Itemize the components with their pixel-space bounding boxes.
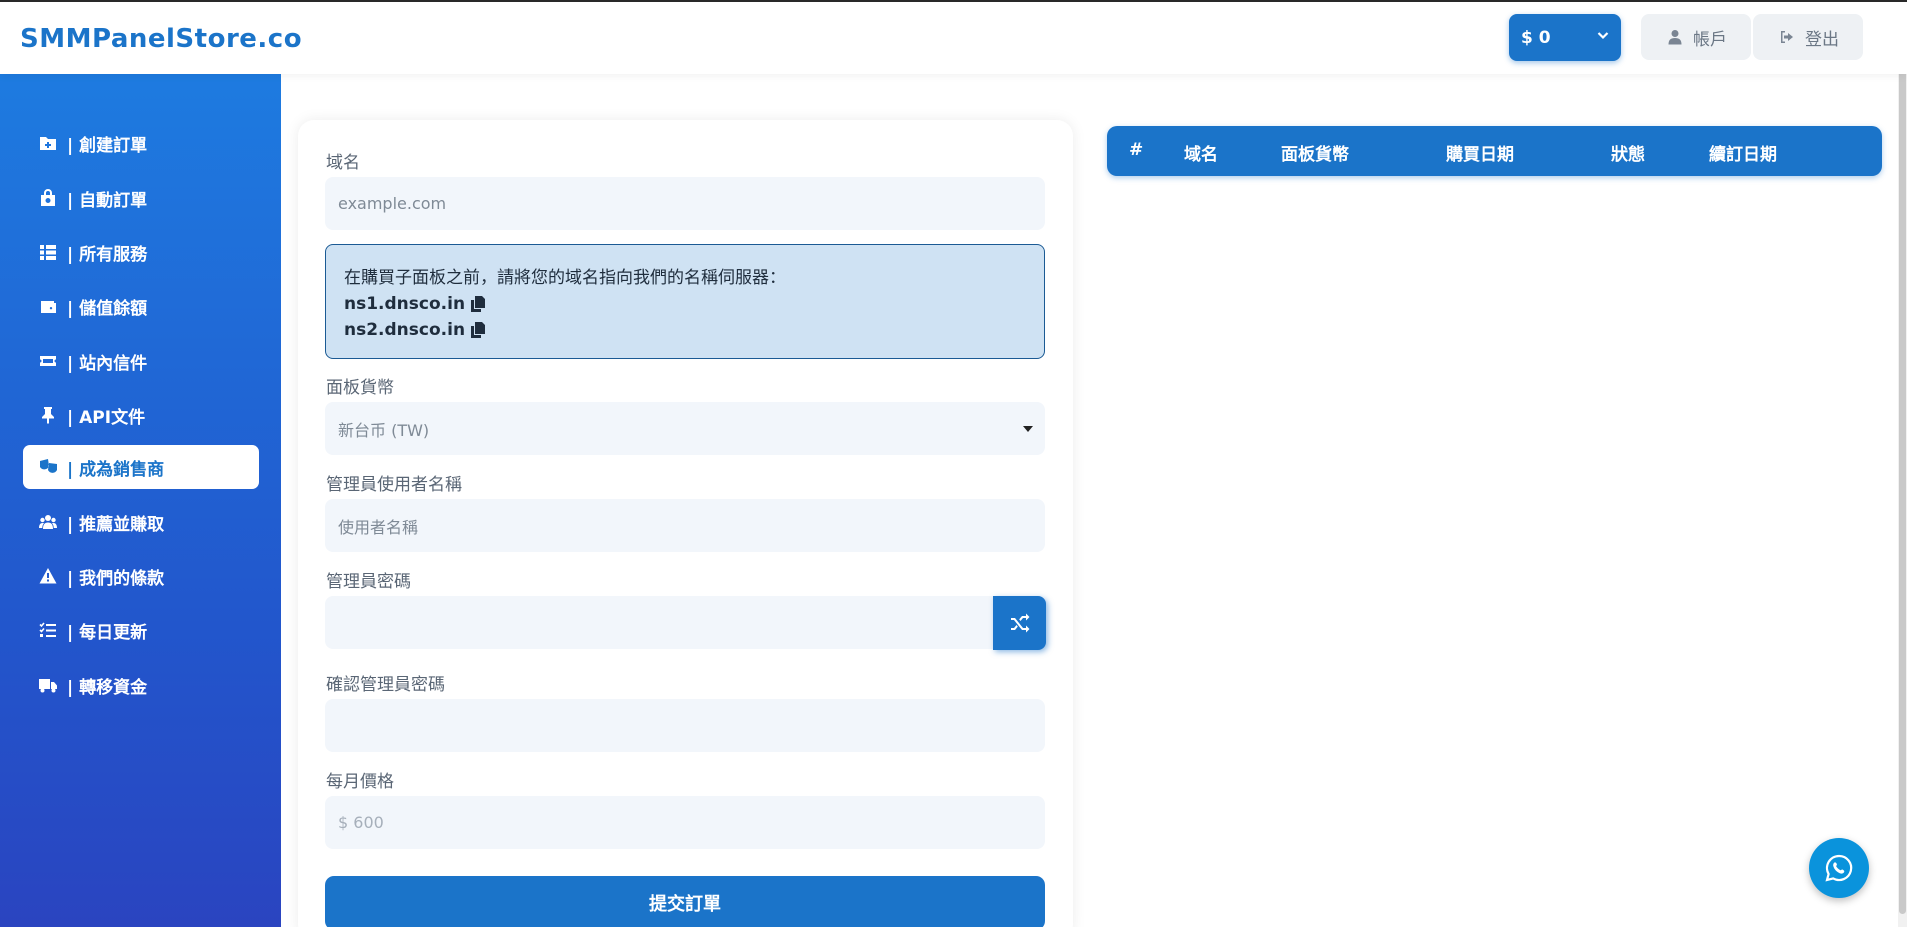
list-table-icon [40, 245, 56, 260]
account-button[interactable]: 帳戶 [1641, 14, 1751, 60]
admin-username-placeholder: 使用者名稱 [338, 517, 419, 537]
column-header-purchase-date: 購買日期 [1446, 145, 1514, 165]
confirm-password-label: 確認管理員密碼 [326, 675, 445, 695]
sidebar-item-label: | 儲值餘額 [67, 298, 148, 319]
sidebar-item-create-order[interactable]: | 創建訂單 [23, 121, 259, 165]
masks-icon [40, 459, 57, 473]
plus-square-icon [40, 137, 56, 150]
logout-icon [1781, 31, 1793, 43]
balance-value: $ 0 [1521, 27, 1551, 48]
nameserver-1: ns1.dnsco.in [344, 294, 1026, 314]
checklist-icon [39, 622, 56, 637]
chevron-down-icon [1597, 32, 1609, 40]
currency-label: 面板貨幣 [326, 378, 394, 398]
column-header-index: # [1129, 140, 1144, 160]
sidebar-item-auto-order[interactable]: | 自動訂單 [23, 176, 259, 220]
admin-username-input[interactable]: 使用者名稱 [325, 499, 1045, 552]
domain-label: 域名 [326, 153, 360, 173]
nameserver-2-value: ns2.dnsco.in [344, 320, 466, 340]
sidebar-item-terms[interactable]: | 我們的條款 [23, 554, 259, 598]
sidebar-item-api[interactable]: | API文件 [23, 393, 259, 437]
balance-dropdown[interactable]: $ 0 [1509, 14, 1621, 61]
orders-table-header: # 域名 面板貨幣 購買日期 狀態 續訂日期 [1107, 126, 1882, 176]
whatsapp-chat-button[interactable] [1809, 838, 1869, 898]
sidebar-item-label: | 自動訂單 [67, 190, 148, 211]
monthly-price-field: $ 600 [325, 796, 1045, 849]
column-header-currency: 面板貨幣 [1281, 145, 1349, 165]
sidebar-item-label: | 創建訂單 [67, 135, 148, 156]
reseller-form-card: 域名 example.com 在購買子面板之前，請將您的域名指向我們的名稱伺服器… [298, 120, 1073, 927]
sidebar-item-label: | 每日更新 [67, 622, 148, 643]
sidebar-item-become-reseller[interactable]: | 成為銷售商 [23, 445, 259, 489]
pin-icon [42, 407, 54, 424]
logout-button[interactable]: 登出 [1753, 14, 1863, 60]
currency-value: 新台币 (TW) [338, 420, 430, 440]
sidebar-item-label: | 轉移資金 [67, 677, 148, 698]
account-label: 帳戶 [1693, 29, 1727, 50]
monthly-price-value: $ 600 [338, 813, 384, 832]
sidebar-item-label: | 我們的條款 [67, 568, 165, 589]
brand-logo[interactable]: SMMPanelStore.co [20, 24, 302, 54]
currency-select[interactable]: 新台币 (TW) [325, 402, 1045, 455]
nameserver-instruction: 在購買子面板之前，請將您的域名指向我們的名稱伺服器： [344, 268, 786, 288]
whatsapp-icon [1825, 854, 1853, 882]
user-icon [1668, 30, 1682, 45]
admin-username-label: 管理員使用者名稱 [326, 475, 462, 495]
sidebar-item-updates[interactable]: | 每日更新 [23, 608, 259, 652]
confirm-password-input[interactable] [325, 699, 1045, 752]
sidebar-item-label: | 站內信件 [67, 353, 148, 374]
sidebar-item-label: | 成為銷售商 [67, 459, 165, 480]
submit-order-button[interactable]: 提交訂單 [325, 876, 1045, 927]
sidebar-item-label: | 所有服務 [67, 244, 148, 265]
users-icon [39, 515, 57, 529]
nameserver-2: ns2.dnsco.in [344, 320, 1026, 340]
bag-icon [41, 189, 55, 206]
generate-password-button[interactable] [993, 596, 1046, 650]
sidebar-item-label: | API文件 [67, 407, 146, 428]
sidebar-item-all-services[interactable]: | 所有服務 [23, 230, 259, 274]
nameserver-alert: 在購買子面板之前，請將您的域名指向我們的名稱伺服器： ns1.dnsco.in … [325, 244, 1045, 359]
shuffle-icon [1010, 613, 1029, 633]
warning-icon [39, 568, 57, 584]
monthly-price-label: 每月價格 [326, 772, 394, 792]
ticket-icon [40, 356, 56, 366]
caret-down-icon [1023, 426, 1033, 432]
domain-input[interactable]: example.com [325, 177, 1045, 230]
sidebar-item-transfer-funds[interactable]: | 轉移資金 [23, 663, 259, 707]
admin-password-input[interactable] [325, 596, 993, 649]
copy-icon[interactable] [471, 322, 486, 338]
wallet-icon [41, 301, 56, 313]
sidebar-item-add-funds[interactable]: | 儲值餘額 [23, 284, 259, 328]
admin-password-label: 管理員密碼 [326, 572, 411, 592]
sidebar-item-label: | 推薦並賺取 [67, 514, 165, 535]
column-header-domain: 域名 [1184, 145, 1218, 165]
truck-icon [39, 679, 57, 693]
column-header-status: 狀態 [1611, 145, 1645, 165]
sidebar-item-tickets[interactable]: | 站內信件 [23, 339, 259, 383]
domain-placeholder: example.com [338, 194, 447, 213]
logout-label: 登出 [1805, 29, 1839, 50]
scrollbar-thumb[interactable] [1899, 4, 1906, 914]
page-scrollbar[interactable] [1898, 2, 1907, 927]
top-bar: SMMPanelStore.co $ 0 帳戶 登出 [0, 2, 1907, 74]
copy-icon[interactable] [471, 296, 486, 312]
column-header-renewal-date: 續訂日期 [1709, 145, 1777, 165]
nameserver-1-value: ns1.dnsco.in [344, 294, 466, 314]
sidebar-item-affiliates[interactable]: | 推薦並賺取 [23, 500, 259, 544]
sidebar: | 創建訂單 | 自動訂單 | 所有服務 | 儲值餘額 | 站內信件 | API… [0, 74, 281, 927]
